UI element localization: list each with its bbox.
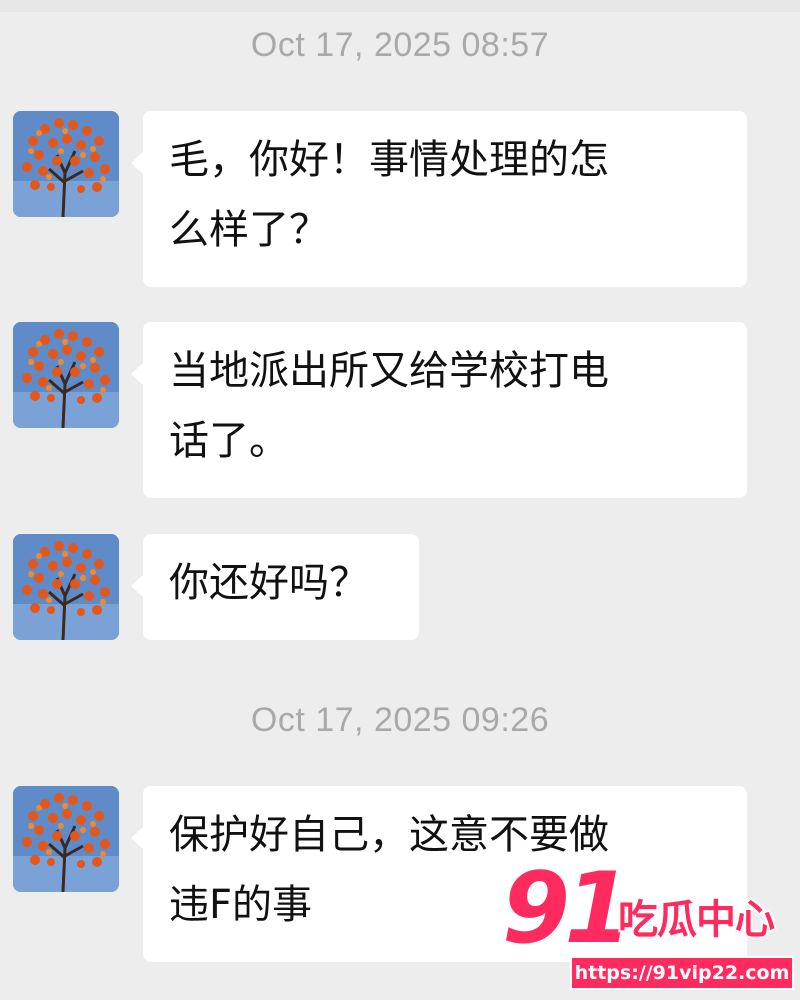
message-text-line: 你还好吗？ [169,560,369,606]
persimmon-tree-avatar-icon [13,534,119,640]
site-watermark: 91 吃瓜中心 https://91vip22.com [499,852,800,1000]
persimmon-tree-avatar-icon [13,111,119,217]
avatar[interactable] [13,534,119,640]
top-edge-bar [0,0,800,12]
message-text-line: 么样了？ [169,207,329,253]
message-text-line: 话了。 [169,418,289,464]
persimmon-tree-avatar-icon [13,786,119,892]
message-bubble[interactable]: 毛，你好！事情处理的怎 么样了？ [131,111,747,287]
watermark-number: 91 [499,852,634,967]
watermark-title: 吃瓜中心 [616,895,777,945]
avatar[interactable] [13,111,119,217]
message-text-line: 毛，你好！事情处理的怎 [169,137,609,183]
message-text-line: 当地派出所又给学校打电 [169,348,609,394]
message-text-line: 保护好自己，这意不要做 [169,812,609,858]
timestamp-group-2: Oct 17, 2025 09:26 [250,701,550,739]
persimmon-tree-avatar-icon [13,322,119,428]
timestamp-group-1: Oct 17, 2025 08:57 [250,26,550,64]
watermark-url: https://91vip22.com [570,956,794,990]
message-bubble[interactable]: 你还好吗？ [131,534,419,640]
message-bubble[interactable]: 当地派出所又给学校打电 话了。 [131,322,747,498]
avatar[interactable] [13,322,119,428]
avatar[interactable] [13,786,119,892]
